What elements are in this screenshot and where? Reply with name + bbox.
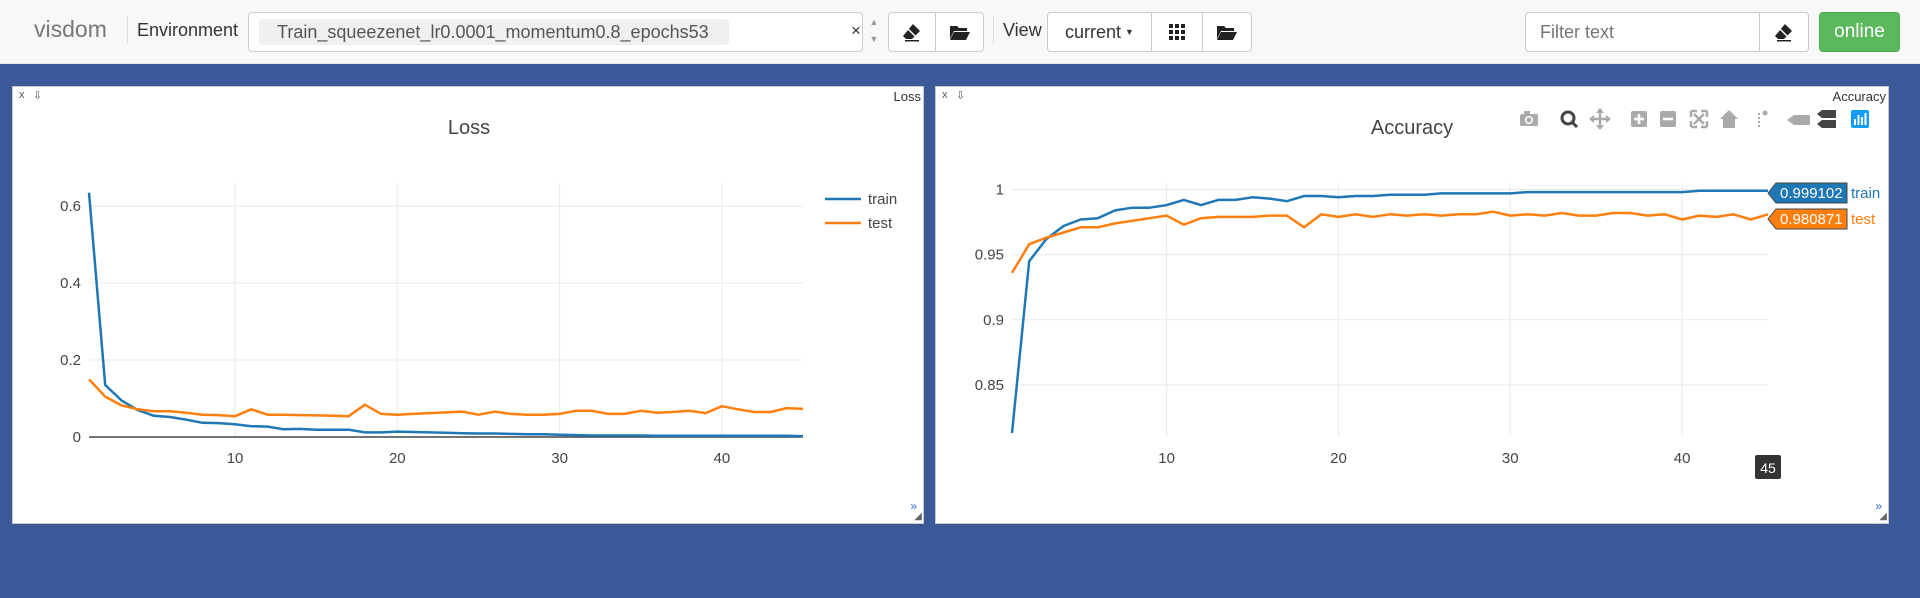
zoom-out-icon[interactable] (1660, 111, 1676, 127)
repack-layout-button[interactable] (1151, 12, 1203, 52)
y-tick-label: 0.85 (975, 377, 1004, 394)
legend-label-test: test (868, 215, 893, 232)
folder-open-icon (949, 26, 970, 40)
environment-scroll-arrows-icon[interactable]: ▲ ▼ (867, 14, 881, 48)
accuracy-pane[interactable]: x ⇩ Accuracy 10 20 30 40 0.85 0.9 0.95 1 Accurac… (935, 86, 1889, 524)
camera-icon[interactable] (1520, 111, 1538, 126)
eraser-icon (903, 24, 920, 42)
zoom-in-icon[interactable] (1631, 111, 1647, 127)
plotly-logo-icon[interactable] (1851, 110, 1869, 128)
series-line-test (1010, 210, 1769, 274)
nav-divider (993, 16, 994, 44)
accuracy-chart[interactable]: 10 20 30 40 0.85 0.9 0.95 1 Accuracy 45 0.999102 tr… (936, 87, 1890, 523)
hover-value-test: 0.980871 (1780, 211, 1843, 228)
x-tick-label: 40 (714, 450, 731, 467)
resize-handle-icon[interactable]: ◢ (1879, 511, 1887, 522)
plot-area: 10 20 30 40 0.85 0.9 0.95 1 (975, 182, 1768, 467)
y-tick-label: 0.2 (60, 352, 81, 369)
view-select-value: current (1065, 21, 1122, 42)
y-tick-label: 1 (996, 182, 1004, 199)
environment-tag[interactable]: Train_squeezenet_lr0.0001_momentum0.8_ep… (259, 19, 729, 45)
connection-status-button[interactable]: online (1819, 12, 1900, 52)
plot-modebar (1520, 108, 1869, 130)
x-tick-label: 20 (389, 450, 406, 467)
hover-tooltip: 45 0.999102 train 0.980871 test (1755, 182, 1880, 479)
x-tick-label: 20 (1330, 450, 1347, 467)
eraser-icon (1775, 24, 1792, 42)
filter-text-input[interactable] (1525, 12, 1760, 52)
plot-area: 10 20 30 40 0 0.2 0.4 0.6 (60, 183, 803, 467)
y-tick-label: 0 (73, 429, 81, 446)
y-tick-label: 0.95 (975, 247, 1004, 264)
chart-title: Loss (448, 117, 490, 139)
x-tick-label: 10 (1158, 450, 1175, 467)
view-label: View (1003, 20, 1042, 40)
loss-pane[interactable]: x ⇩ Loss 10 20 30 40 0 0.2 0.4 0.6 Loss train test… (12, 86, 924, 524)
series-line-train (1010, 189, 1768, 434)
home-icon[interactable] (1720, 110, 1738, 128)
loss-chart[interactable]: 10 20 30 40 0 0.2 0.4 0.6 Loss train test (13, 87, 925, 523)
manage-environments-button[interactable] (935, 12, 984, 52)
spike-lines-icon[interactable] (1758, 110, 1768, 129)
series-line-train (87, 192, 804, 438)
hover-name-test: test (1851, 211, 1876, 228)
y-tick-label: 0.4 (60, 275, 81, 292)
nav-divider (127, 16, 128, 44)
clear-environment-button[interactable] (888, 12, 936, 52)
top-navbar: visdom Environment Train_squeezenet_lr0.… (0, 0, 1920, 64)
y-tick-label: 0.6 (60, 198, 81, 215)
zoom-icon[interactable] (1560, 110, 1579, 129)
x-tick-label: 10 (227, 450, 244, 467)
clear-filter-button[interactable] (1759, 12, 1809, 52)
chart-title: Accuracy (1371, 117, 1453, 139)
x-tick-label: 40 (1674, 450, 1691, 467)
hover-compare-icon[interactable] (1817, 110, 1836, 128)
clear-environment-icon[interactable]: × (851, 21, 861, 41)
brand-logo[interactable]: visdom (34, 16, 107, 43)
view-select-button[interactable]: current ▼ (1047, 12, 1152, 52)
y-tick-label: 0.9 (983, 312, 1004, 329)
manage-views-button[interactable] (1202, 12, 1252, 52)
grid-icon (1169, 24, 1185, 40)
series-line-test (88, 378, 804, 418)
caret-down-icon: ▼ (1125, 27, 1134, 37)
environment-select[interactable]: Train_squeezenet_lr0.0001_momentum0.8_ep… (248, 12, 863, 52)
x-tick-label: 30 (551, 450, 568, 467)
resize-handle-icon[interactable]: ◢ (914, 511, 922, 522)
hover-name-train: train (1851, 185, 1880, 202)
pan-icon[interactable] (1589, 108, 1611, 130)
x-hover-label: 45 (1760, 460, 1776, 476)
environment-label: Environment (137, 20, 239, 40)
hover-value-train: 0.999102 (1780, 185, 1843, 202)
legend-label-train: train (868, 191, 897, 208)
folder-open-icon (1217, 26, 1237, 40)
hover-closest-icon[interactable] (1787, 115, 1810, 125)
x-tick-label: 30 (1502, 450, 1519, 467)
chart-legend: train test (825, 191, 897, 232)
autoscale-icon[interactable] (1689, 109, 1709, 129)
